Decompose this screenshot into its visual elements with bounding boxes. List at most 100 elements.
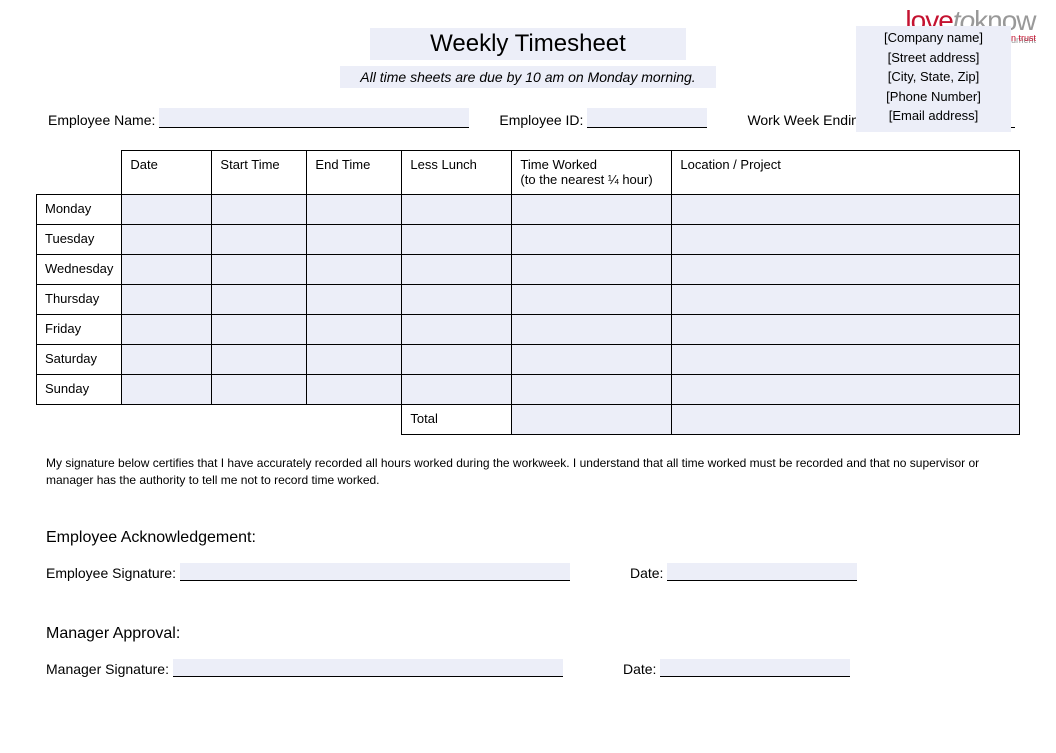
day-friday: Friday	[37, 315, 122, 345]
fri-end[interactable]	[307, 315, 402, 345]
employee-date-input[interactable]	[667, 563, 857, 581]
employee-id-field: Employee ID:	[499, 108, 707, 128]
sun-lunch[interactable]	[402, 375, 512, 405]
employee-sig-label: Employee Signature:	[46, 565, 176, 581]
employee-ack-section: Employee Acknowledgement: Employee Signa…	[0, 529, 1056, 581]
row-monday: Monday	[37, 195, 1020, 225]
manager-date-label: Date:	[623, 661, 656, 677]
wed-start[interactable]	[212, 255, 307, 285]
day-saturday: Saturday	[37, 345, 122, 375]
day-monday: Monday	[37, 195, 122, 225]
wed-date[interactable]	[122, 255, 212, 285]
header-lunch: Less Lunch	[402, 151, 512, 195]
tue-date[interactable]	[122, 225, 212, 255]
mon-worked[interactable]	[512, 195, 672, 225]
header-worked: Time Worked (to the nearest ¼ hour)	[512, 151, 672, 195]
row-saturday: Saturday	[37, 345, 1020, 375]
company-info[interactable]: [Company name] [Street address] [City, S…	[856, 26, 1011, 132]
mon-end[interactable]	[307, 195, 402, 225]
row-total: Total	[37, 405, 1020, 435]
tue-end[interactable]	[307, 225, 402, 255]
sat-lunch[interactable]	[402, 345, 512, 375]
manager-sig-row: Manager Signature: Date:	[46, 659, 1010, 677]
employee-name-label: Employee Name:	[48, 112, 155, 128]
sat-start[interactable]	[212, 345, 307, 375]
manager-approval-heading: Manager Approval:	[46, 625, 1010, 643]
row-sunday: Sunday	[37, 375, 1020, 405]
thu-end[interactable]	[307, 285, 402, 315]
company-name: [Company name]	[884, 28, 983, 48]
mon-start[interactable]	[212, 195, 307, 225]
certification-text: My signature below certifies that I have…	[0, 455, 1056, 489]
manager-approval-section: Manager Approval: Manager Signature: Dat…	[0, 625, 1056, 677]
employee-id-input[interactable]	[587, 108, 707, 128]
employee-name-input[interactable]	[159, 108, 469, 128]
wed-end[interactable]	[307, 255, 402, 285]
thu-worked[interactable]	[512, 285, 672, 315]
tue-lunch[interactable]	[402, 225, 512, 255]
tue-loc[interactable]	[672, 225, 1020, 255]
page-subtitle: All time sheets are due by 10 am on Mond…	[340, 66, 715, 88]
wed-lunch[interactable]	[402, 255, 512, 285]
thu-loc[interactable]	[672, 285, 1020, 315]
row-wednesday: Wednesday	[37, 255, 1020, 285]
thu-start[interactable]	[212, 285, 307, 315]
fri-worked[interactable]	[512, 315, 672, 345]
table-header-row: Date Start Time End Time Less Lunch Time…	[37, 151, 1020, 195]
day-tuesday: Tuesday	[37, 225, 122, 255]
sat-end[interactable]	[307, 345, 402, 375]
employee-name-field: Employee Name:	[48, 108, 469, 128]
page-title: Weekly Timesheet	[370, 28, 686, 60]
total-worked[interactable]	[512, 405, 672, 435]
mon-lunch[interactable]	[402, 195, 512, 225]
company-city: [City, State, Zip]	[884, 67, 983, 87]
header-blank	[37, 151, 122, 195]
header-date: Date	[122, 151, 212, 195]
wed-loc[interactable]	[672, 255, 1020, 285]
employee-sig-row: Employee Signature: Date:	[46, 563, 1010, 581]
company-email: [Email address]	[884, 106, 983, 126]
fri-loc[interactable]	[672, 315, 1020, 345]
total-blank	[37, 405, 402, 435]
employee-ack-heading: Employee Acknowledgement:	[46, 529, 1010, 547]
sun-worked[interactable]	[512, 375, 672, 405]
timesheet-table-wrap: Date Start Time End Time Less Lunch Time…	[0, 150, 1056, 435]
table-body: Monday Tuesday Wednesday Thursday Friday…	[37, 195, 1020, 435]
day-sunday: Sunday	[37, 375, 122, 405]
row-tuesday: Tuesday	[37, 225, 1020, 255]
row-friday: Friday	[37, 315, 1020, 345]
day-wednesday: Wednesday	[37, 255, 122, 285]
employee-sig-input[interactable]	[180, 563, 570, 581]
header-location: Location / Project	[672, 151, 1020, 195]
mon-date[interactable]	[122, 195, 212, 225]
day-thursday: Thursday	[37, 285, 122, 315]
tue-worked[interactable]	[512, 225, 672, 255]
thu-lunch[interactable]	[402, 285, 512, 315]
sat-loc[interactable]	[672, 345, 1020, 375]
sun-date[interactable]	[122, 375, 212, 405]
sat-date[interactable]	[122, 345, 212, 375]
total-label: Total	[402, 405, 512, 435]
header-end: End Time	[307, 151, 402, 195]
fri-lunch[interactable]	[402, 315, 512, 345]
total-loc[interactable]	[672, 405, 1020, 435]
fri-date[interactable]	[122, 315, 212, 345]
sun-start[interactable]	[212, 375, 307, 405]
employee-date-label: Date:	[630, 565, 663, 581]
sat-worked[interactable]	[512, 345, 672, 375]
manager-sig-label: Manager Signature:	[46, 661, 169, 677]
manager-sig-input[interactable]	[173, 659, 563, 677]
mon-loc[interactable]	[672, 195, 1020, 225]
employee-id-label: Employee ID:	[499, 112, 583, 128]
wed-worked[interactable]	[512, 255, 672, 285]
company-phone: [Phone Number]	[884, 87, 983, 107]
company-street: [Street address]	[884, 48, 983, 68]
manager-date-input[interactable]	[660, 659, 850, 677]
sun-end[interactable]	[307, 375, 402, 405]
sun-loc[interactable]	[672, 375, 1020, 405]
thu-date[interactable]	[122, 285, 212, 315]
fri-start[interactable]	[212, 315, 307, 345]
tue-start[interactable]	[212, 225, 307, 255]
row-thursday: Thursday	[37, 285, 1020, 315]
timesheet-table: Date Start Time End Time Less Lunch Time…	[36, 150, 1020, 435]
